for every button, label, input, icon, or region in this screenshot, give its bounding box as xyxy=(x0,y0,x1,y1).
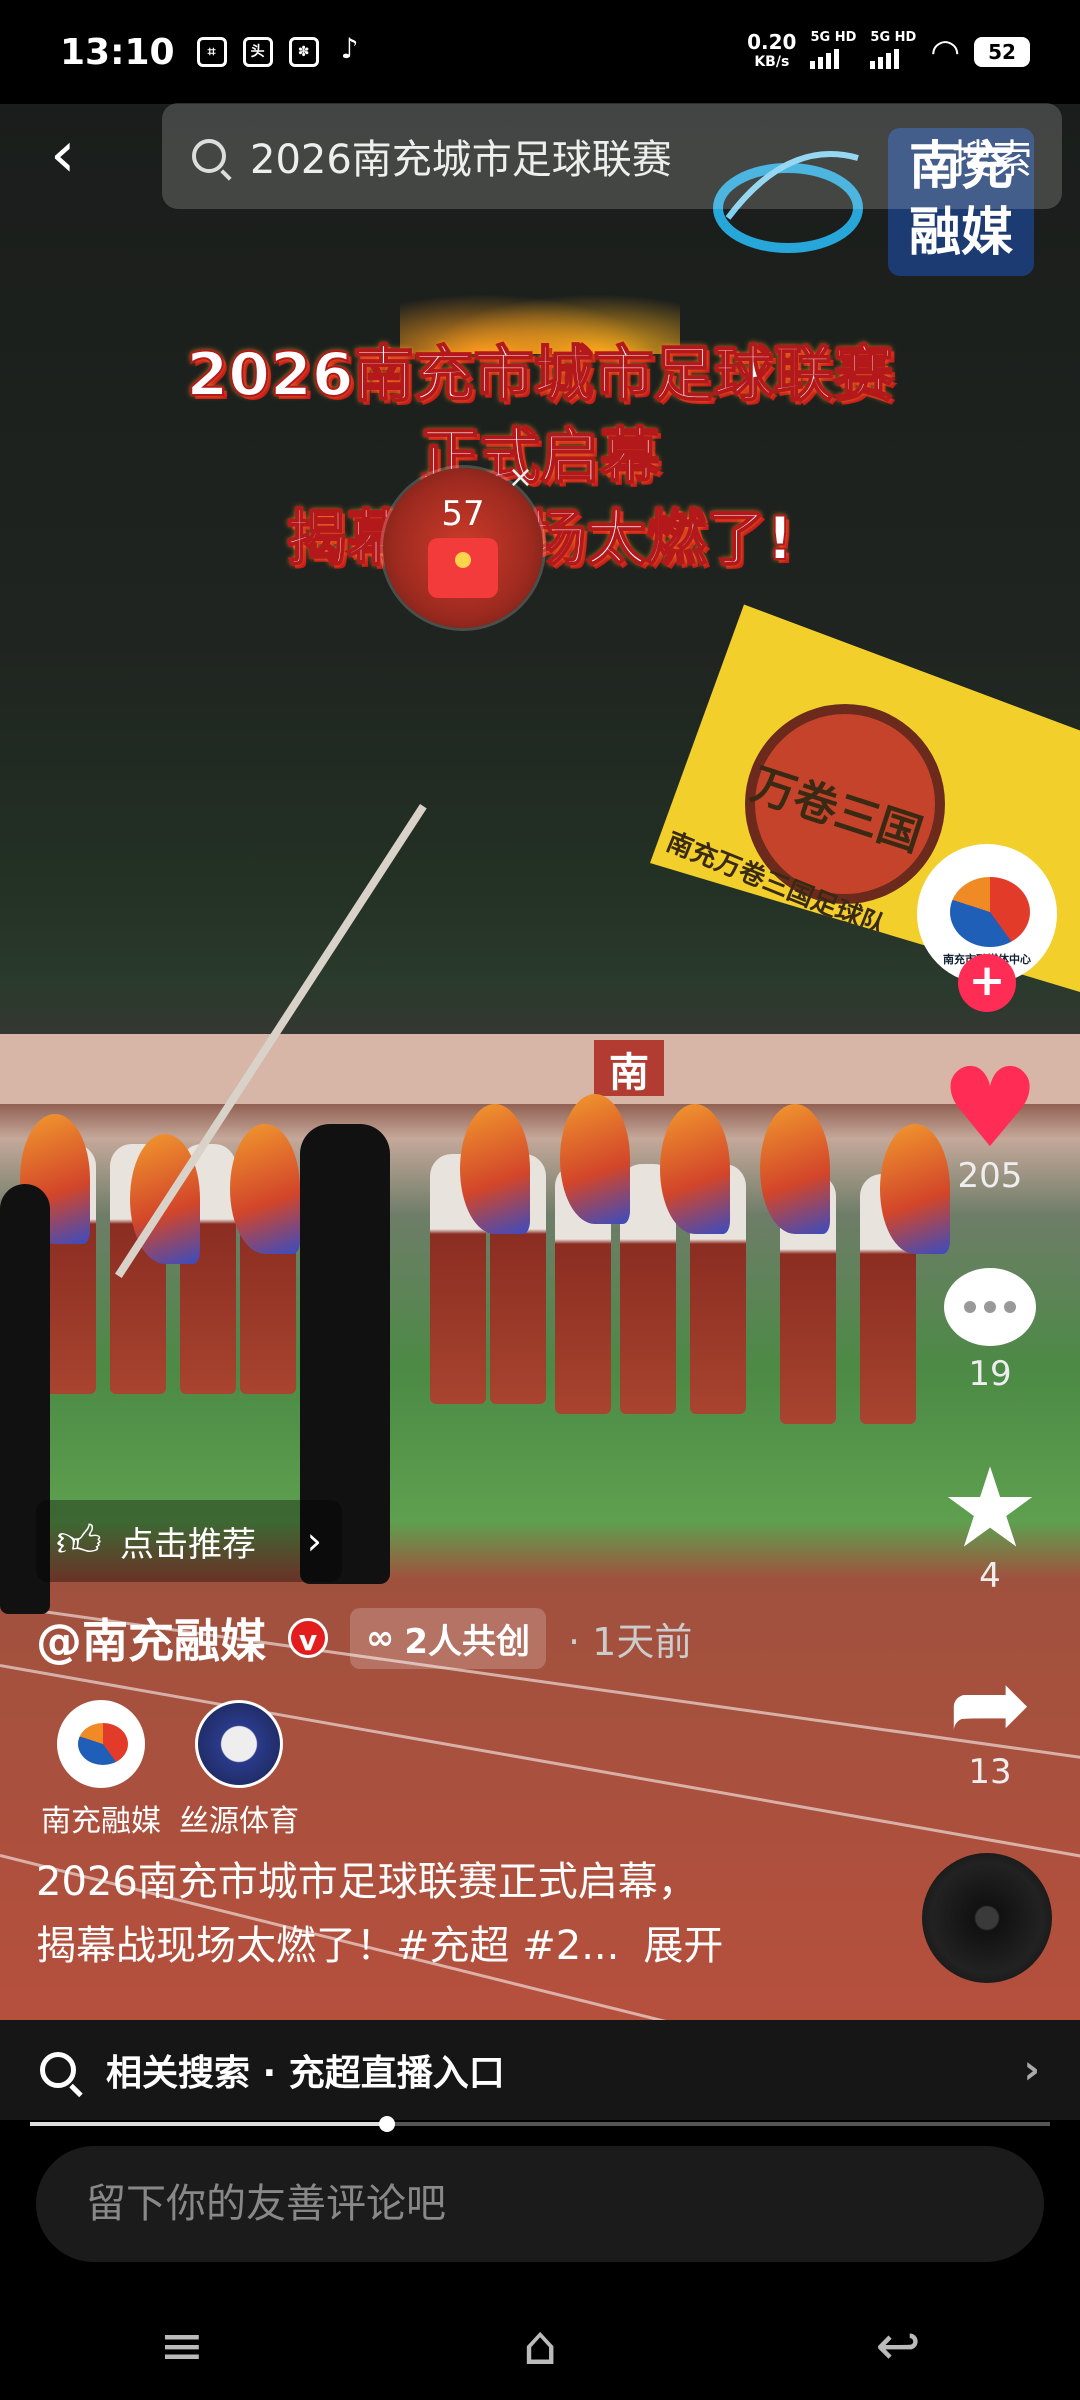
search-icon xyxy=(40,2052,76,2088)
dance-flag xyxy=(760,1104,830,1234)
expand-link[interactable]: 展开 xyxy=(643,1923,723,1969)
related-search-label: 相关搜索 · 充超直播入口 xyxy=(106,2053,505,2094)
comment-button[interactable]: 19 xyxy=(930,1262,1050,1394)
dance-flag xyxy=(460,1104,530,1234)
close-icon[interactable]: × xyxy=(508,460,533,495)
comment-count: 19 xyxy=(968,1354,1012,1394)
search-icon xyxy=(192,139,226,173)
related-search-bar[interactable]: 相关搜索 · 充超直播入口 › xyxy=(0,2020,1080,2120)
verified-badge-icon: v xyxy=(288,1618,328,1658)
wifi-icon: ◠ xyxy=(930,32,960,72)
video-progress-bar[interactable] xyxy=(30,2116,1050,2132)
net-speed-unit: KB/s xyxy=(754,54,790,70)
signal-2: 5G HD xyxy=(870,31,916,73)
post-description: 2026南充市城市足球联赛正式启幕， 揭幕战现场太燃了！#充超 #2... 展开 xyxy=(36,1850,896,1978)
chevron-right-icon: › xyxy=(1023,2047,1040,2093)
heart-icon: ♥ xyxy=(940,1044,1040,1172)
follow-button[interactable]: + xyxy=(958,954,1016,1012)
collaborator-name: 南充融媒 xyxy=(41,1804,161,1839)
back-button[interactable]: ‹ xyxy=(50,120,110,190)
tiktok-icon: ♪ xyxy=(340,32,359,65)
red-packet-widget[interactable]: × 57 xyxy=(383,460,543,628)
home-icon[interactable]: ⌂ xyxy=(523,2314,557,2377)
status-time: 13:10 xyxy=(60,31,175,73)
signal-1-label: 5G HD xyxy=(810,30,857,45)
battery-icon: 52 xyxy=(974,37,1030,67)
collaborator-avatar xyxy=(57,1700,145,1788)
signal-bars-icon xyxy=(870,45,900,69)
dance-flag xyxy=(230,1124,300,1254)
status-bar: 13:10 ⌗ 头 ✽ ♪ 0.20 KB/s 5G HD 5G HD ◠ 52 xyxy=(0,0,1080,104)
chevron-right-icon: › xyxy=(306,1519,322,1563)
progress-knob[interactable] xyxy=(379,2116,395,2132)
search-bar[interactable]: 2026南充城市足球联赛 搜索 xyxy=(162,103,1062,209)
menu-icon[interactable]: ≡ xyxy=(159,2314,204,2377)
like-button[interactable]: ♥ 205 xyxy=(930,1044,1050,1196)
description-line-1: 2026南充市城市足球联赛正式启幕， xyxy=(36,1859,698,1905)
scan-icon: ⌗ xyxy=(196,37,227,67)
comment-input[interactable]: 留下你的友善评论吧 xyxy=(36,2146,1044,2262)
stadium-banner: 南 xyxy=(594,1040,664,1096)
overlay-line-1: 2026南充市城市足球联赛 xyxy=(186,339,895,411)
dance-flag xyxy=(660,1104,730,1234)
status-right: 0.20 KB/s 5G HD 5G HD ◠ 52 xyxy=(747,31,1030,73)
overlay-line-2: 正式启幕 xyxy=(419,421,661,493)
recommend-button[interactable]: 👍︎ 点击推荐 › xyxy=(36,1500,342,1582)
net-speed-value: 0.20 xyxy=(747,30,797,54)
red-envelope-icon xyxy=(428,538,498,598)
screen: 13:10 ⌗ 头 ✽ ♪ 0.20 KB/s 5G HD 5G HD ◠ 52… xyxy=(0,0,1080,2400)
toutiao-icon: 头 xyxy=(242,37,273,67)
cocreate-label: 2人共创 xyxy=(404,1621,530,1662)
description-line-2-text: 揭幕战现场太燃了！#充超 #2... xyxy=(36,1923,620,1969)
back-nav-icon[interactable]: ↩ xyxy=(876,2314,921,2377)
music-disc-icon[interactable] xyxy=(922,1853,1052,1983)
progress-fill xyxy=(30,2122,387,2126)
net-speed: 0.20 KB/s xyxy=(747,32,796,72)
cocreate-badge[interactable]: ∞ 2人共创 xyxy=(350,1607,546,1669)
collaborator-avatar xyxy=(195,1700,283,1788)
baidu-icon: ✽ xyxy=(288,37,319,67)
dance-flag xyxy=(560,1094,630,1224)
author-row: @南充融媒 v ∞ 2人共创 · 1天前 xyxy=(36,1605,1036,1671)
collaborator-name: 丝源体育 xyxy=(179,1804,299,1839)
post-time: · 1天前 xyxy=(568,1619,693,1664)
description-line-2: 揭幕战现场太燃了！#充超 #2... 展开 xyxy=(36,1914,896,1978)
signal-bars-icon xyxy=(810,45,840,69)
signal-2-label: 5G HD xyxy=(870,30,917,45)
search-query[interactable]: 2026南充城市足球联赛 xyxy=(250,127,952,185)
link-icon: ∞ xyxy=(366,1618,395,1658)
recommend-label: 点击推荐 xyxy=(119,1524,256,1565)
system-nav-bar: ≡ ⌂ ↩ xyxy=(0,2290,1080,2400)
comment-icon xyxy=(940,1262,1040,1352)
search-button[interactable]: 搜索 xyxy=(952,127,1032,185)
collaborator-0[interactable]: 南充融媒 xyxy=(26,1700,176,1840)
author-name[interactable]: @南充融媒 xyxy=(36,1605,266,1671)
red-packet-count: 57 xyxy=(441,494,485,534)
favorite-button[interactable]: ★ 4 xyxy=(930,1444,1050,1596)
star-icon: ★ xyxy=(940,1444,1040,1572)
media-logo-icon xyxy=(950,877,1030,947)
signal-1: 5G HD xyxy=(810,31,856,73)
share-button[interactable]: ➦ 13 xyxy=(930,1654,1050,1793)
collaborator-1[interactable]: 丝源体育 xyxy=(164,1700,314,1840)
stadium-wall xyxy=(0,1034,1080,1104)
thumbs-up-icon: 👍︎ xyxy=(56,1515,102,1567)
